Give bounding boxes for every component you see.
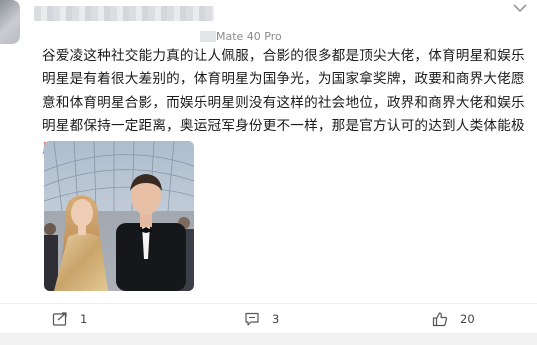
chevron-down-icon[interactable] <box>511 3 529 15</box>
thumbs-up-icon[interactable] <box>432 311 448 327</box>
device-label: Mate 40 Pro <box>216 30 282 43</box>
username-blurred[interactable] <box>34 6 214 21</box>
card-separator <box>0 333 537 345</box>
photo-image <box>44 141 194 291</box>
post-body: 谷爱凌这种社交能力真的让人佩服，合影的很多都是顶尖大佬，体育明星和娱乐明星是有着… <box>42 48 525 134</box>
like-count[interactable]: 20 <box>460 312 475 326</box>
comment-count[interactable]: 3 <box>272 312 279 326</box>
comment-icon[interactable] <box>244 311 260 327</box>
repost-count[interactable]: 1 <box>80 312 87 326</box>
more-menu[interactable] <box>511 0 529 15</box>
weibo-post-card: Mate 40 Pro 谷爱凌这种社交能力真的让人佩服，合影的很多都是顶尖大佬，… <box>0 0 537 345</box>
avatar[interactable] <box>0 0 20 44</box>
like-button[interactable]: 20 <box>432 308 475 330</box>
device-prefix-blurred <box>200 31 216 42</box>
footer-divider <box>0 303 537 304</box>
repost-button[interactable]: 1 <box>52 308 87 330</box>
action-bar: 1 3 20 <box>0 308 537 330</box>
comment-button[interactable]: 3 <box>244 308 279 330</box>
post-photo[interactable] <box>44 141 194 291</box>
share-icon[interactable] <box>52 311 68 327</box>
